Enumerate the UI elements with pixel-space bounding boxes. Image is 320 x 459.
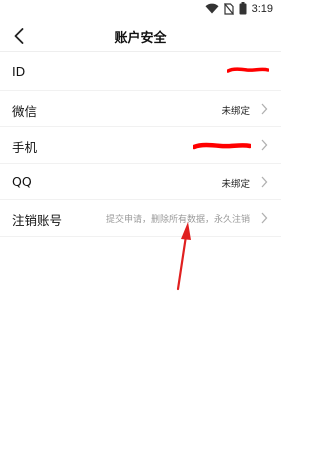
status-icons: 3:19 [205,2,273,15]
row-label: 注销账号 [12,213,63,228]
chevron-right-icon [261,103,268,114]
row-label: ID [12,64,26,79]
status-bar: 3:19 [0,0,281,20]
chevron-right-icon [261,176,268,187]
row-id: ID [0,54,281,91]
no-sim-icon [223,2,234,15]
chevron-right-icon [261,139,268,151]
account-security-list: ID 微信 未绑定 手机 QQ 未绑定 注销账号 提交申请，删除所有数据，永久注… [0,54,281,237]
status-time: 3:19 [251,2,273,15]
row-value: 未绑定 [221,178,250,190]
chevron-right-icon [261,212,268,224]
row-value: 提交申请，删除所有数据，永久注销 [105,215,250,225]
row-qq[interactable]: QQ 未绑定 [0,164,281,200]
row-label: 手机 [12,140,38,155]
redaction-mark [193,142,251,150]
row-value: 未绑定 [221,105,250,117]
battery-icon [239,2,247,15]
row-label: 微信 [12,103,38,119]
row-label: QQ [12,173,32,189]
page-title: 账户安全 [114,31,167,46]
row-phone[interactable]: 手机 [0,127,281,164]
row-wechat[interactable]: 微信 未绑定 [0,91,281,127]
redaction-mark [227,67,269,73]
wifi-icon [205,3,219,14]
navigation-bar: 账户安全 [0,20,281,52]
row-cancel-account[interactable]: 注销账号 提交申请，删除所有数据，永久注销 [0,200,281,237]
